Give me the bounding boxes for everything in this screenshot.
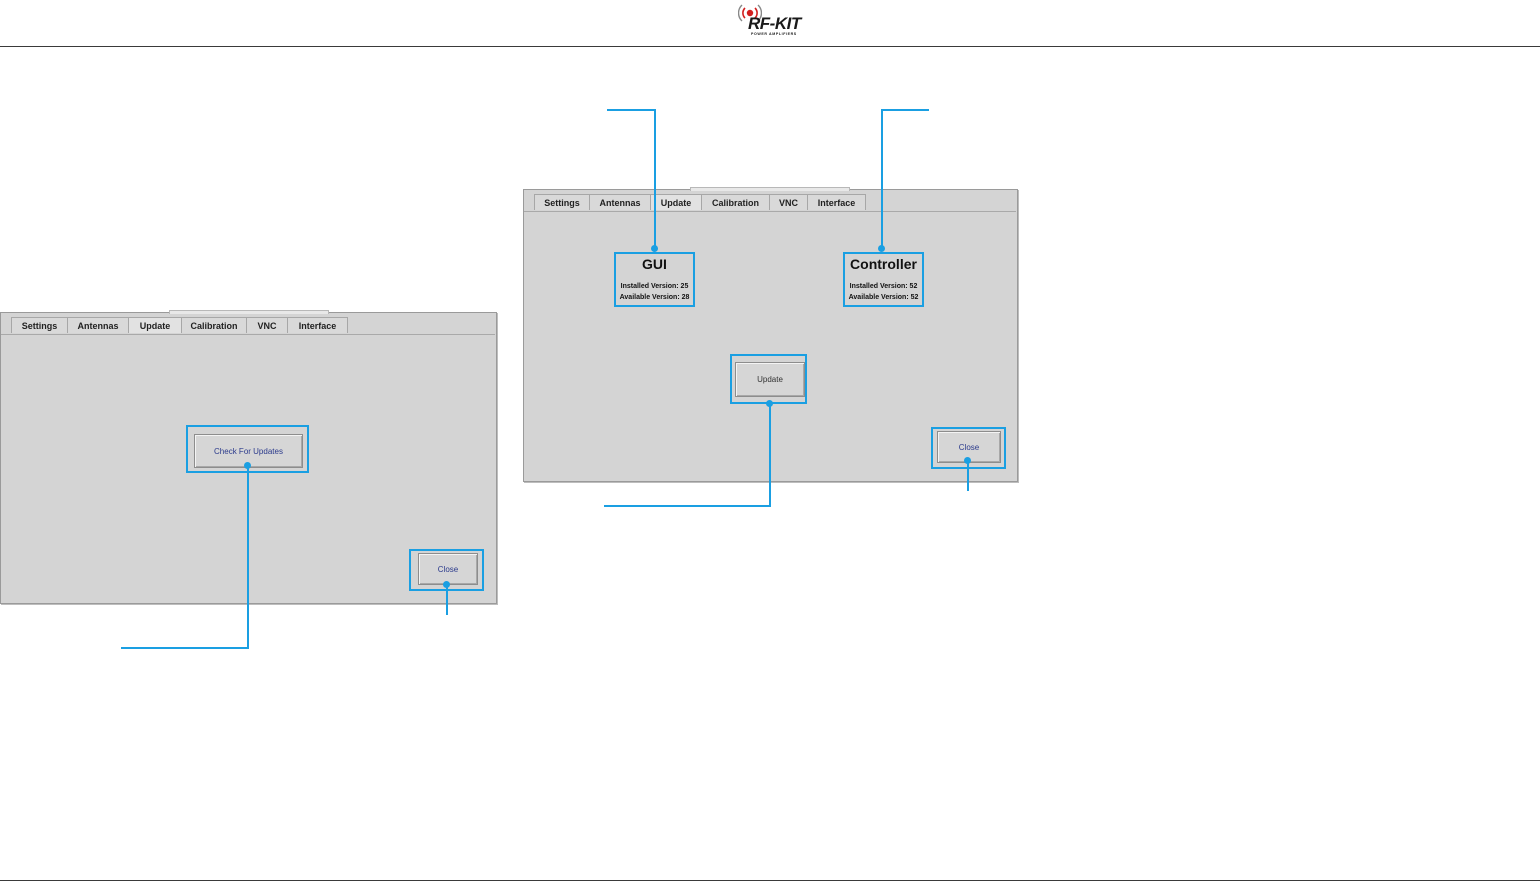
callout-line [654, 109, 656, 249]
controller-available-version: Available Version: 52 [848, 294, 919, 301]
rf-kit-logo: RF-KIT POWER AMPLIFIERS [738, 2, 808, 40]
gui-installed-version: Installed Version: 25 [620, 283, 689, 290]
tab-update[interactable]: Update [128, 317, 182, 333]
callout-line [607, 109, 656, 111]
tab-bar-baseline [1, 334, 495, 335]
callout-line [881, 109, 929, 111]
gui-available-version: Available Version: 28 [619, 294, 690, 301]
header-divider [0, 46, 1540, 47]
controller-version-box: Controller Installed Version: 52 Availab… [843, 252, 924, 307]
tab-bar-baseline [524, 211, 1016, 212]
controller-title: Controller [850, 256, 917, 272]
controller-installed-version: Installed Version: 52 [849, 283, 918, 290]
panel-top-rule [169, 310, 329, 314]
tab-vnc[interactable]: VNC [246, 317, 288, 333]
tab-antennas[interactable]: Antennas [589, 194, 651, 210]
logo-wordmark: RF-KIT [748, 14, 801, 33]
tab-calibration[interactable]: Calibration [181, 317, 247, 333]
tab-interface[interactable]: Interface [287, 317, 348, 333]
tab-vnc[interactable]: VNC [769, 194, 808, 210]
callout-line [121, 647, 249, 649]
logo-tagline: POWER AMPLIFIERS [751, 32, 797, 36]
tab-interface[interactable]: Interface [807, 194, 866, 210]
panel-top-rule [690, 187, 850, 191]
tab-update[interactable]: Update [650, 194, 702, 210]
tab-settings[interactable]: Settings [11, 317, 68, 333]
gui-version-box: GUI Installed Version: 25 Available Vers… [614, 252, 695, 307]
callout-line [446, 585, 448, 615]
update-highlight [730, 354, 807, 404]
callout-line [881, 109, 883, 249]
callout-line [967, 461, 969, 491]
tab-antennas[interactable]: Antennas [67, 317, 129, 333]
footer-divider [0, 880, 1540, 881]
callout-line [769, 404, 771, 507]
page-header: RF-KIT POWER AMPLIFIERS [0, 0, 1540, 46]
tab-bar: Settings Antennas Update Calibration VNC… [11, 317, 348, 334]
callout-line [247, 466, 249, 648]
tab-bar: Settings Antennas Update Calibration VNC… [534, 194, 866, 211]
tab-calibration[interactable]: Calibration [701, 194, 770, 210]
tab-settings[interactable]: Settings [534, 194, 590, 210]
callout-line [604, 505, 771, 507]
gui-title: GUI [642, 256, 667, 272]
